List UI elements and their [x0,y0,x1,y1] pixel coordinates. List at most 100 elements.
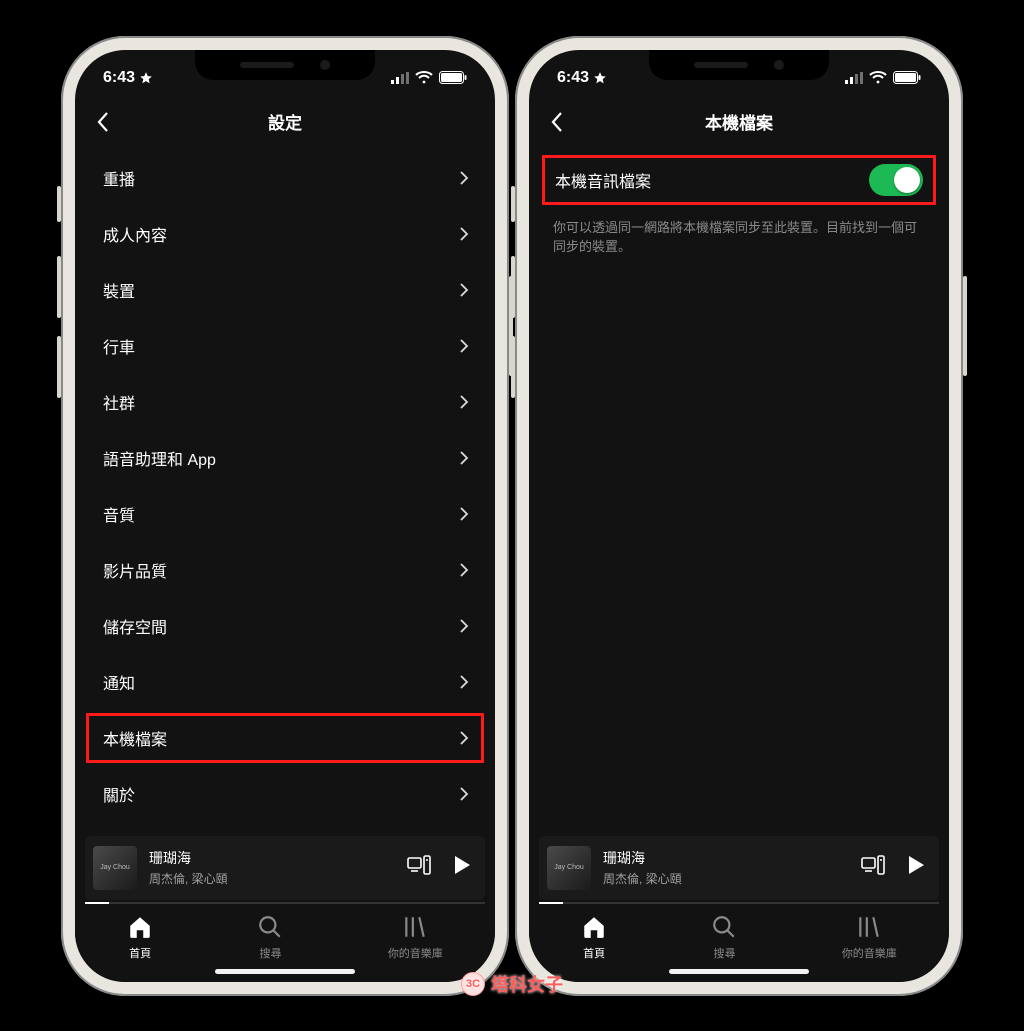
settings-item-label: 通知 [103,670,135,694]
nav-header: 設定 [75,96,495,148]
phone-screen: 6:43 本機檔案 本機音訊檔案 你可以透過同一網路將本機檔案同步 [529,50,949,982]
settings-item[interactable]: 通知 [75,654,495,710]
home-icon [581,914,607,940]
settings-item-label: 本機檔案 [103,726,167,750]
home-icon [127,914,153,940]
home-indicator[interactable] [215,969,355,974]
settings-item[interactable]: 行車 [75,318,495,374]
nav-label: 首頁 [129,945,151,961]
chevron-right-icon [459,170,469,186]
nav-label: 首頁 [583,945,605,961]
now-playing-bar[interactable]: Jay Chou 珊瑚海 周杰倫, 梁心頤 [539,836,939,900]
phone-notch [195,50,375,80]
toggle-label: 本機音訊檔案 [555,168,651,192]
back-button[interactable] [89,108,117,136]
devices-icon[interactable] [407,855,431,880]
chevron-right-icon [459,394,469,410]
chevron-right-icon [459,282,469,298]
nav-search[interactable]: 搜尋 [711,914,737,961]
track-info: 珊瑚海 周杰倫, 梁心頤 [149,848,395,887]
local-files-content: 本機音訊檔案 你可以透過同一網路將本機檔案同步至此裝置。目前找到一個可同步的裝置… [529,148,949,836]
phone-side-button [511,336,515,398]
settings-item-label: 儲存空間 [103,614,167,638]
settings-item-label: 重播 [103,166,135,190]
phone-mockup-left: 6:43 設定 重播成人內容裝置行車社群語音助理和 App 音質影片品質儲存空間通… [61,36,509,996]
cellular-signal-icon [391,72,409,84]
settings-item[interactable]: 社群 [75,374,495,430]
watermark: 3C 塔科女子 [461,971,563,997]
page-title: 本機檔案 [705,109,773,134]
devices-icon[interactable] [861,855,885,880]
nav-search[interactable]: 搜尋 [257,914,283,961]
chevron-left-icon [96,111,110,133]
page-title: 設定 [268,109,302,134]
settings-item[interactable]: 語音助理和 App [75,430,495,486]
nav-label: 搜尋 [259,945,281,961]
chevron-right-icon [459,730,469,746]
settings-item[interactable]: 重播 [75,150,495,206]
settings-item[interactable]: 音質 [75,486,495,542]
chevron-left-icon [550,111,564,133]
battery-icon [439,71,467,84]
status-time: 6:43 [557,69,589,87]
track-info: 珊瑚海 周杰倫, 梁心頤 [603,848,849,887]
chevron-right-icon [459,338,469,354]
back-button[interactable] [543,108,571,136]
settings-item-label: 社群 [103,390,135,414]
watermark-badge-icon: 3C [461,972,485,996]
settings-item-label: 行車 [103,334,135,358]
nav-home[interactable]: 首頁 [127,914,153,961]
star-icon [139,71,153,85]
chevron-right-icon [459,562,469,578]
settings-item[interactable]: 關於 [75,766,495,822]
battery-icon [893,71,921,84]
phone-side-button [57,336,61,398]
chevron-right-icon [459,674,469,690]
chevron-right-icon [459,226,469,242]
settings-item-label: 裝置 [103,278,135,302]
settings-item-label: 語音助理和 App [103,446,216,470]
toggle-switch[interactable] [869,164,923,196]
track-artist: 周杰倫, 梁心頤 [603,870,849,887]
track-artist: 周杰倫, 梁心頤 [149,870,395,887]
play-icon[interactable] [907,855,925,880]
watermark-text: 塔科女子 [491,971,563,997]
nav-home[interactable]: 首頁 [581,914,607,961]
chevron-right-icon [459,450,469,466]
search-icon [257,914,283,940]
nav-library[interactable]: 你的音樂庫 [842,914,897,961]
nav-label: 你的音樂庫 [388,945,443,961]
local-audio-toggle-row[interactable]: 本機音訊檔案 [539,152,939,208]
settings-item-label: 關於 [103,782,135,806]
settings-item-label: 成人內容 [103,222,167,246]
chevron-right-icon [459,618,469,634]
album-art: Jay Chou [93,846,137,890]
nav-label: 搜尋 [713,945,735,961]
phone-side-button [963,276,967,376]
settings-list[interactable]: 重播成人內容裝置行車社群語音助理和 App 音質影片品質儲存空間通知本機檔案關於 [75,148,495,836]
chevron-right-icon [459,506,469,522]
track-title: 珊瑚海 [603,848,849,868]
settings-item[interactable]: 裝置 [75,262,495,318]
settings-item[interactable]: 儲存空間 [75,598,495,654]
wifi-icon [869,71,887,84]
star-icon [593,71,607,85]
phone-notch [649,50,829,80]
status-time: 6:43 [103,69,135,87]
settings-item[interactable]: 本機檔案 [83,710,487,766]
search-icon [711,914,737,940]
settings-item-label: 影片品質 [103,558,167,582]
nav-library[interactable]: 你的音樂庫 [388,914,443,961]
phone-side-button [57,186,61,222]
wifi-icon [415,71,433,84]
settings-item[interactable]: 成人內容 [75,206,495,262]
home-indicator[interactable] [669,969,809,974]
settings-item[interactable]: 影片品質 [75,542,495,598]
library-icon [402,914,428,940]
album-art: Jay Chou [547,846,591,890]
now-playing-bar[interactable]: Jay Chou 珊瑚海 周杰倫, 梁心頤 [85,836,485,900]
settings-item-label: 音質 [103,502,135,526]
nav-label: 你的音樂庫 [842,945,897,961]
phone-side-button [57,256,61,318]
play-icon[interactable] [453,855,471,880]
